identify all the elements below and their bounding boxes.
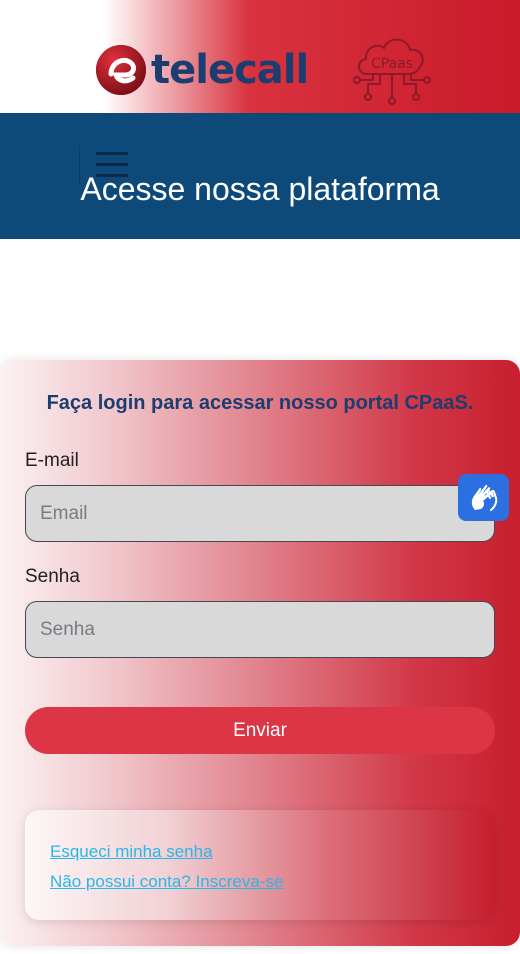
- login-card: Faça login para acessar nosso portal CPa…: [0, 360, 520, 946]
- navbar: Acesse nossa plataforma: [0, 113, 520, 239]
- telecall-logo-mark-icon: [96, 45, 146, 95]
- password-field[interactable]: [25, 601, 495, 658]
- password-label: Senha: [25, 566, 80, 587]
- telecall-logo[interactable]: telecall: [95, 44, 309, 96]
- signup-link[interactable]: Não possui conta? Inscreva-se: [50, 872, 283, 892]
- sign-language-hands-icon: [471, 484, 498, 511]
- accessibility-button[interactable]: [458, 474, 509, 521]
- forgot-password-link[interactable]: Esqueci minha senha: [50, 842, 213, 862]
- email-field[interactable]: [25, 485, 495, 542]
- brand-name: telecall: [151, 47, 309, 93]
- submit-button[interactable]: Enviar: [25, 707, 495, 754]
- cpaas-cloud-icon: CPaas: [353, 38, 431, 105]
- links-panel: Esqueci minha senha Não possui conta? In…: [25, 810, 495, 920]
- login-title: Faça login para acessar nosso portal CPa…: [46, 392, 474, 414]
- header-bar: telecall CPaas: [0, 0, 520, 113]
- page-title: Acesse nossa plataforma: [80, 171, 440, 207]
- email-label: E-mail: [25, 450, 79, 471]
- cpaas-badge-text: CPaas: [371, 56, 413, 72]
